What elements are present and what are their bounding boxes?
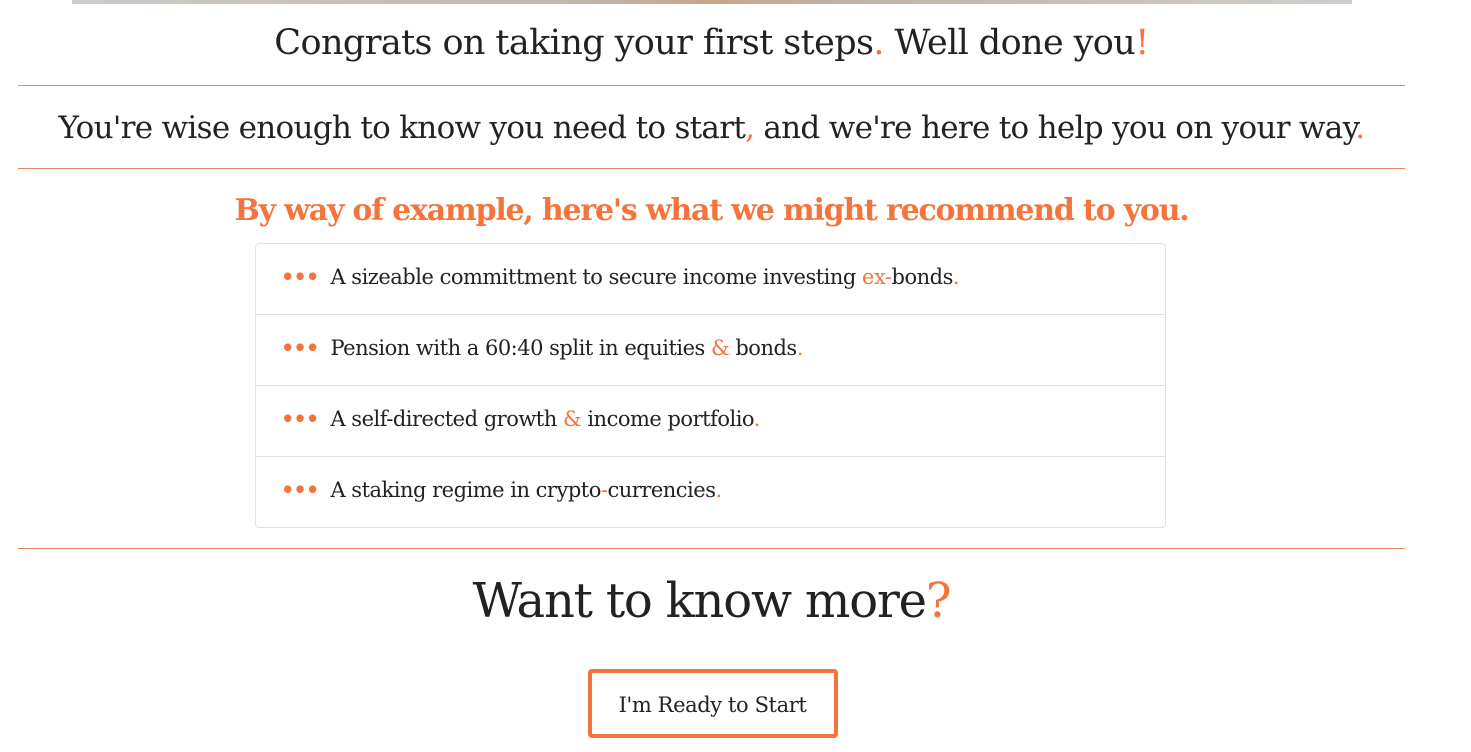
want-more-heading: Want to know more? (472, 573, 952, 629)
bullet-dots-icon: ••• (281, 477, 319, 502)
example-heading: By way of example, here's what we might … (234, 193, 1189, 228)
list-item: ••• A sizeable committment to secure inc… (256, 244, 1165, 315)
recommendation-list: ••• A sizeable committment to secure inc… (255, 243, 1166, 528)
bullet-dots-icon: ••• (281, 264, 319, 289)
list-item: ••• Pension with a 60:40 split in equiti… (256, 315, 1165, 386)
page: Congrats on taking your first steps. Wel… (0, 0, 1471, 752)
main-content: Congrats on taking your first steps. Wel… (18, 0, 1405, 739)
ready-to-start-button[interactable]: I'm Ready to Start (587, 669, 838, 738)
list-item: ••• A staking regime in crypto-currencie… (281, 477, 722, 502)
wise-heading: You're wise enough to know you need to s… (58, 110, 1366, 146)
cta-container: I'm Ready to Start (18, 669, 1405, 739)
list-item: ••• A self-directed growth & income port… (256, 386, 1165, 457)
congrats-heading: Congrats on taking your first steps. Wel… (274, 23, 1149, 63)
bullet-dots-icon: ••• (281, 335, 319, 360)
bullet-dots-icon: ••• (281, 406, 319, 431)
